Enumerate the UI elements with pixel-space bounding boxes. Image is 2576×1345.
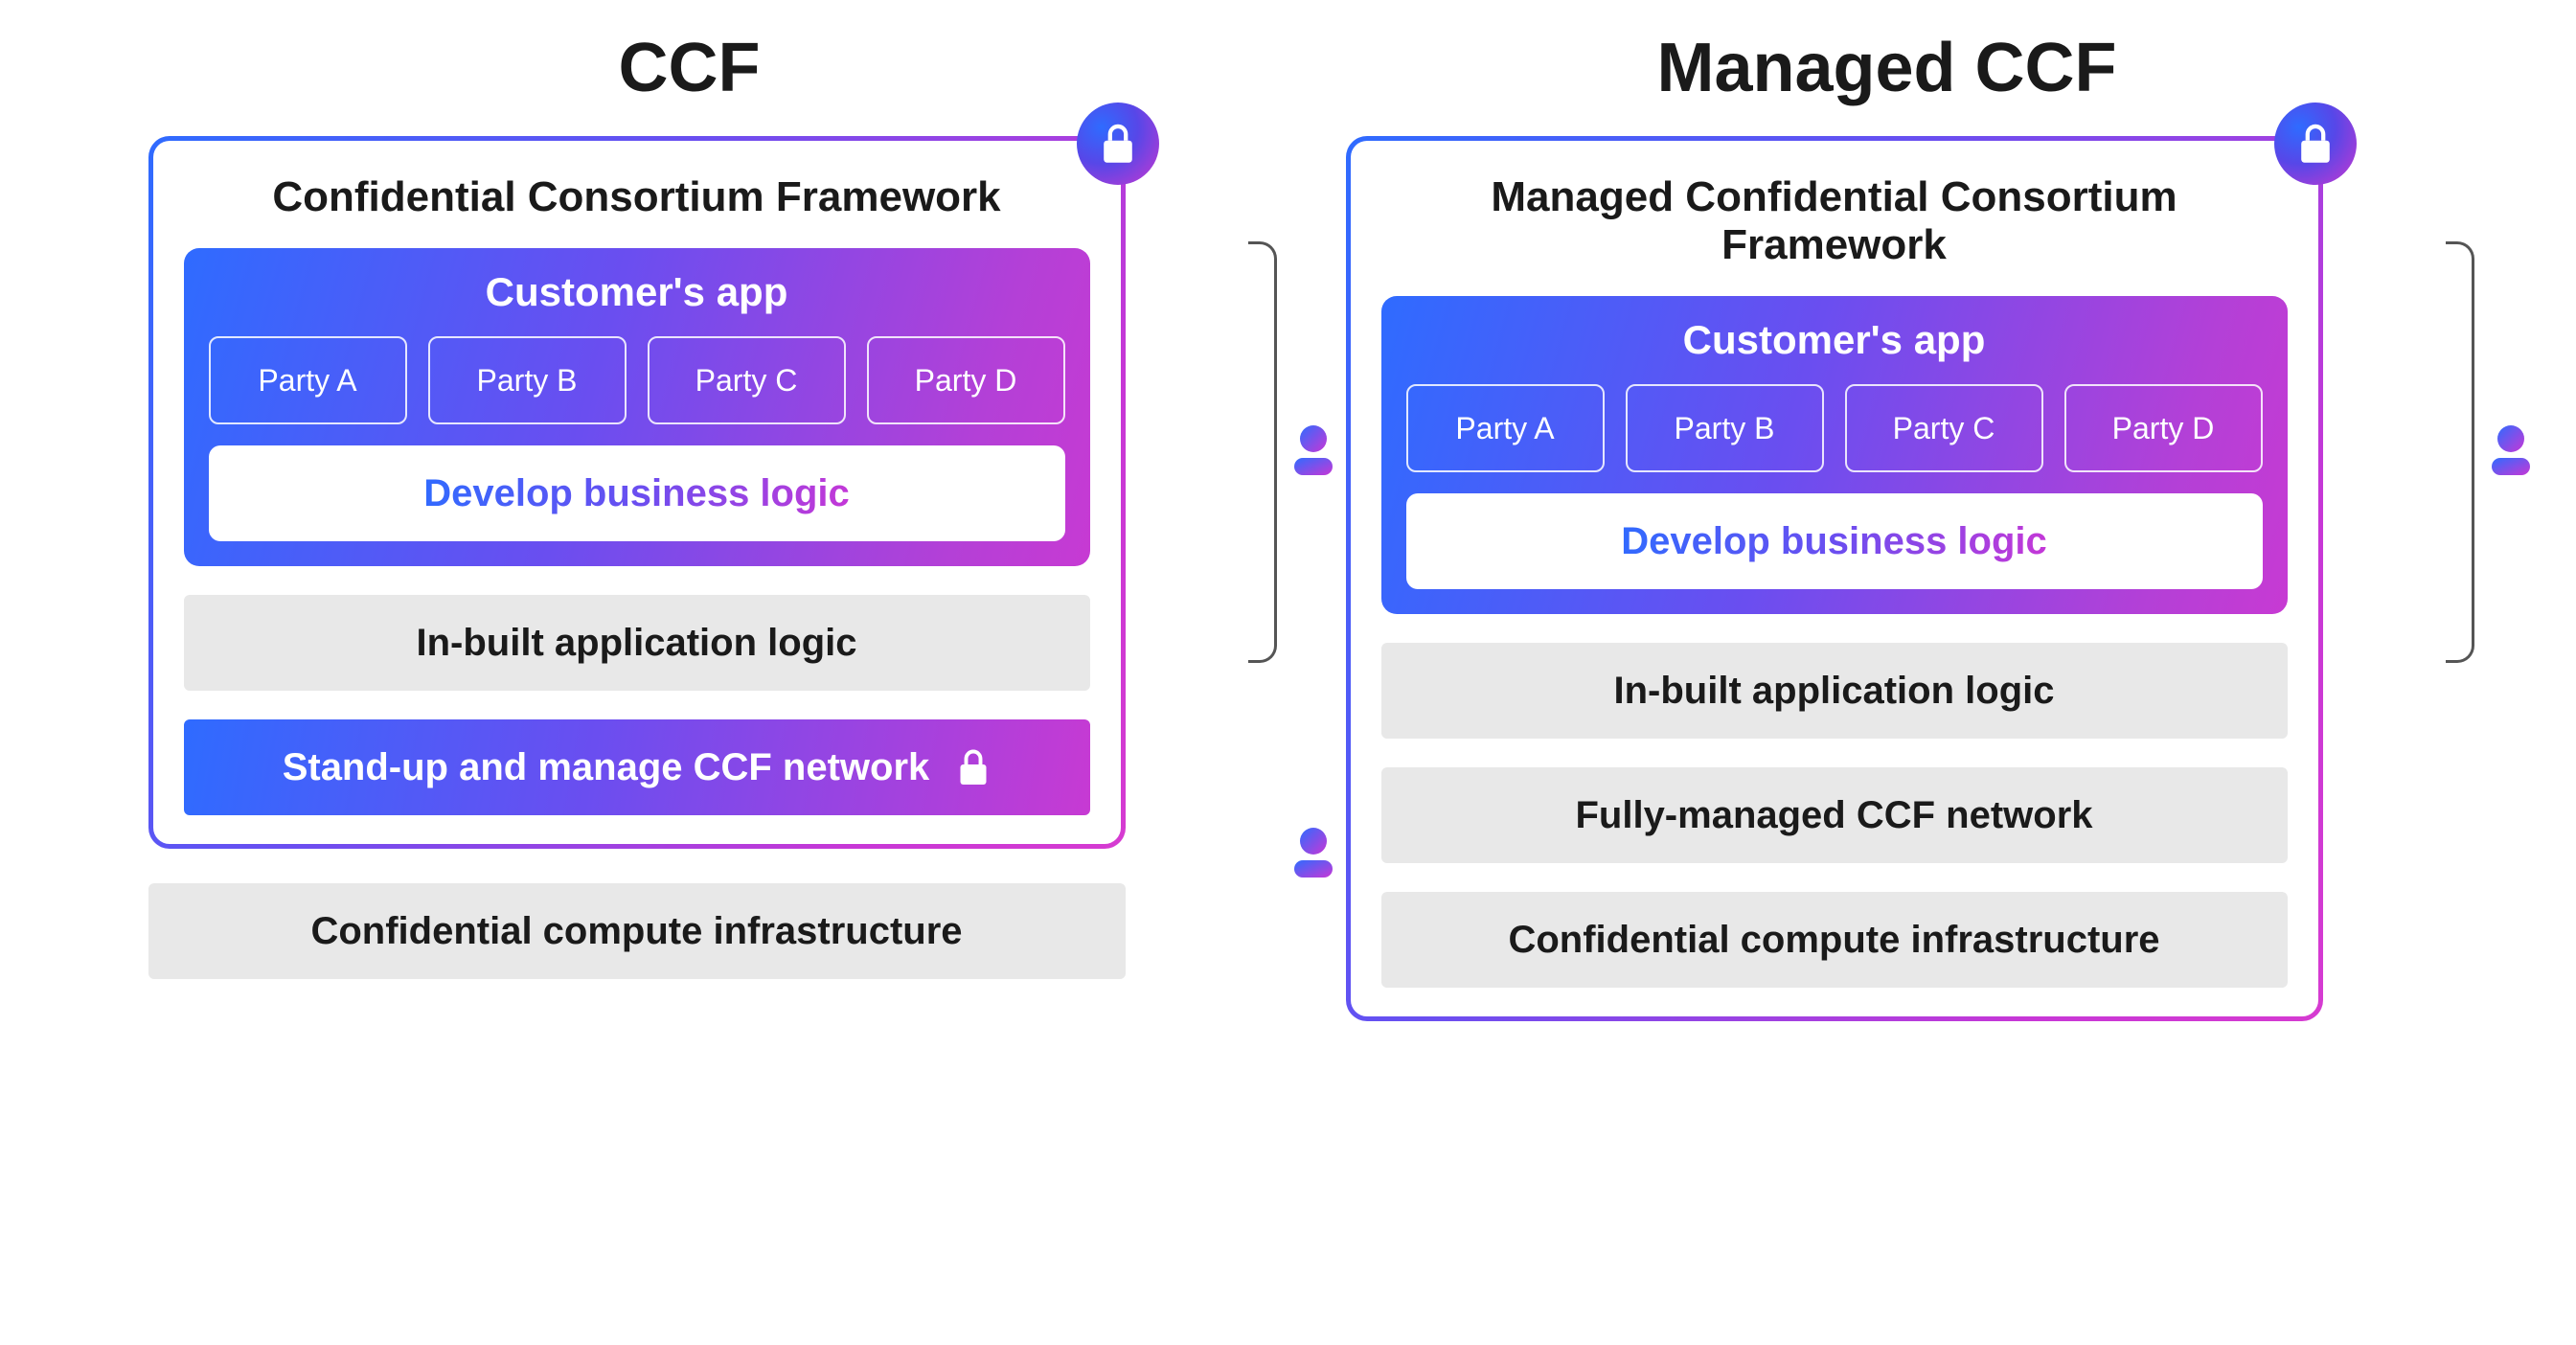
party-box: Party C bbox=[648, 336, 846, 424]
ccf-panel-area: Confidential Consortium Framework Custom… bbox=[148, 136, 1231, 979]
managed-customer-bracket bbox=[2446, 241, 2534, 663]
managed-framework-box: Managed Confidential Consortium Framewor… bbox=[1346, 136, 2323, 1021]
managed-customer-app-title: Customer's app bbox=[1406, 317, 2263, 363]
ccf-party-row: Party A Party B Party C Party D bbox=[209, 336, 1065, 424]
bracket-icon bbox=[2446, 241, 2474, 663]
ccf-standup-label: Stand-up and manage CCF network bbox=[283, 746, 930, 789]
ccf-framework-title: Confidential Consortium Framework bbox=[184, 173, 1090, 221]
user-icon bbox=[1290, 826, 1336, 884]
ccf-column: CCF Confidential Consortium Framework Cu… bbox=[148, 29, 1231, 1021]
party-box: Party B bbox=[1626, 384, 1824, 472]
ccf-customer-app: Customer's app Party A Party B Party C P… bbox=[184, 248, 1090, 566]
ccf-standup-box: Stand-up and manage CCF network bbox=[184, 719, 1090, 815]
ccf-framework-box: Confidential Consortium Framework Custom… bbox=[148, 136, 1126, 849]
user-icon bbox=[1290, 423, 1336, 482]
managed-title: Managed CCF bbox=[1656, 29, 2116, 107]
lock-icon bbox=[2274, 103, 2357, 185]
managed-network-box: Fully-managed CCF network bbox=[1381, 767, 2288, 863]
party-box: Party D bbox=[2064, 384, 2263, 472]
diagram-root: CCF Confidential Consortium Framework Cu… bbox=[57, 29, 2519, 1021]
ccf-infra-box: Confidential compute infrastructure bbox=[148, 883, 1126, 979]
party-box: Party D bbox=[867, 336, 1065, 424]
ccf-standup-user bbox=[1248, 826, 1336, 884]
managed-framework-title: Managed Confidential Consortium Framewor… bbox=[1381, 173, 2288, 269]
user-icon bbox=[2488, 423, 2534, 482]
managed-inbuilt-logic: In-built application logic bbox=[1381, 643, 2288, 739]
ccf-customer-app-title: Customer's app bbox=[209, 269, 1065, 315]
party-box: Party A bbox=[209, 336, 407, 424]
party-box: Party C bbox=[1845, 384, 2043, 472]
managed-develop-logic: Develop business logic bbox=[1621, 493, 2047, 589]
ccf-customer-bracket bbox=[1248, 241, 1336, 663]
bracket-icon bbox=[1248, 241, 1277, 663]
party-box: Party A bbox=[1406, 384, 1605, 472]
lock-icon bbox=[956, 747, 991, 787]
managed-infra-box: Confidential compute infrastructure bbox=[1381, 892, 2288, 988]
ccf-develop-logic-box: Develop business logic bbox=[209, 445, 1065, 541]
managed-customer-app: Customer's app Party A Party B Party C P… bbox=[1381, 296, 2288, 614]
managed-column: Managed CCF Managed Confidential Consort… bbox=[1346, 29, 2428, 1021]
managed-party-row: Party A Party B Party C Party D bbox=[1406, 384, 2263, 472]
ccf-title: CCF bbox=[619, 29, 761, 107]
managed-panel-area: Managed Confidential Consortium Framewor… bbox=[1346, 136, 2428, 1021]
party-box: Party B bbox=[428, 336, 627, 424]
ccf-develop-logic: Develop business logic bbox=[423, 445, 850, 541]
lock-icon bbox=[1077, 103, 1159, 185]
ccf-inbuilt-logic: In-built application logic bbox=[184, 595, 1090, 691]
managed-develop-logic-box: Develop business logic bbox=[1406, 493, 2263, 589]
